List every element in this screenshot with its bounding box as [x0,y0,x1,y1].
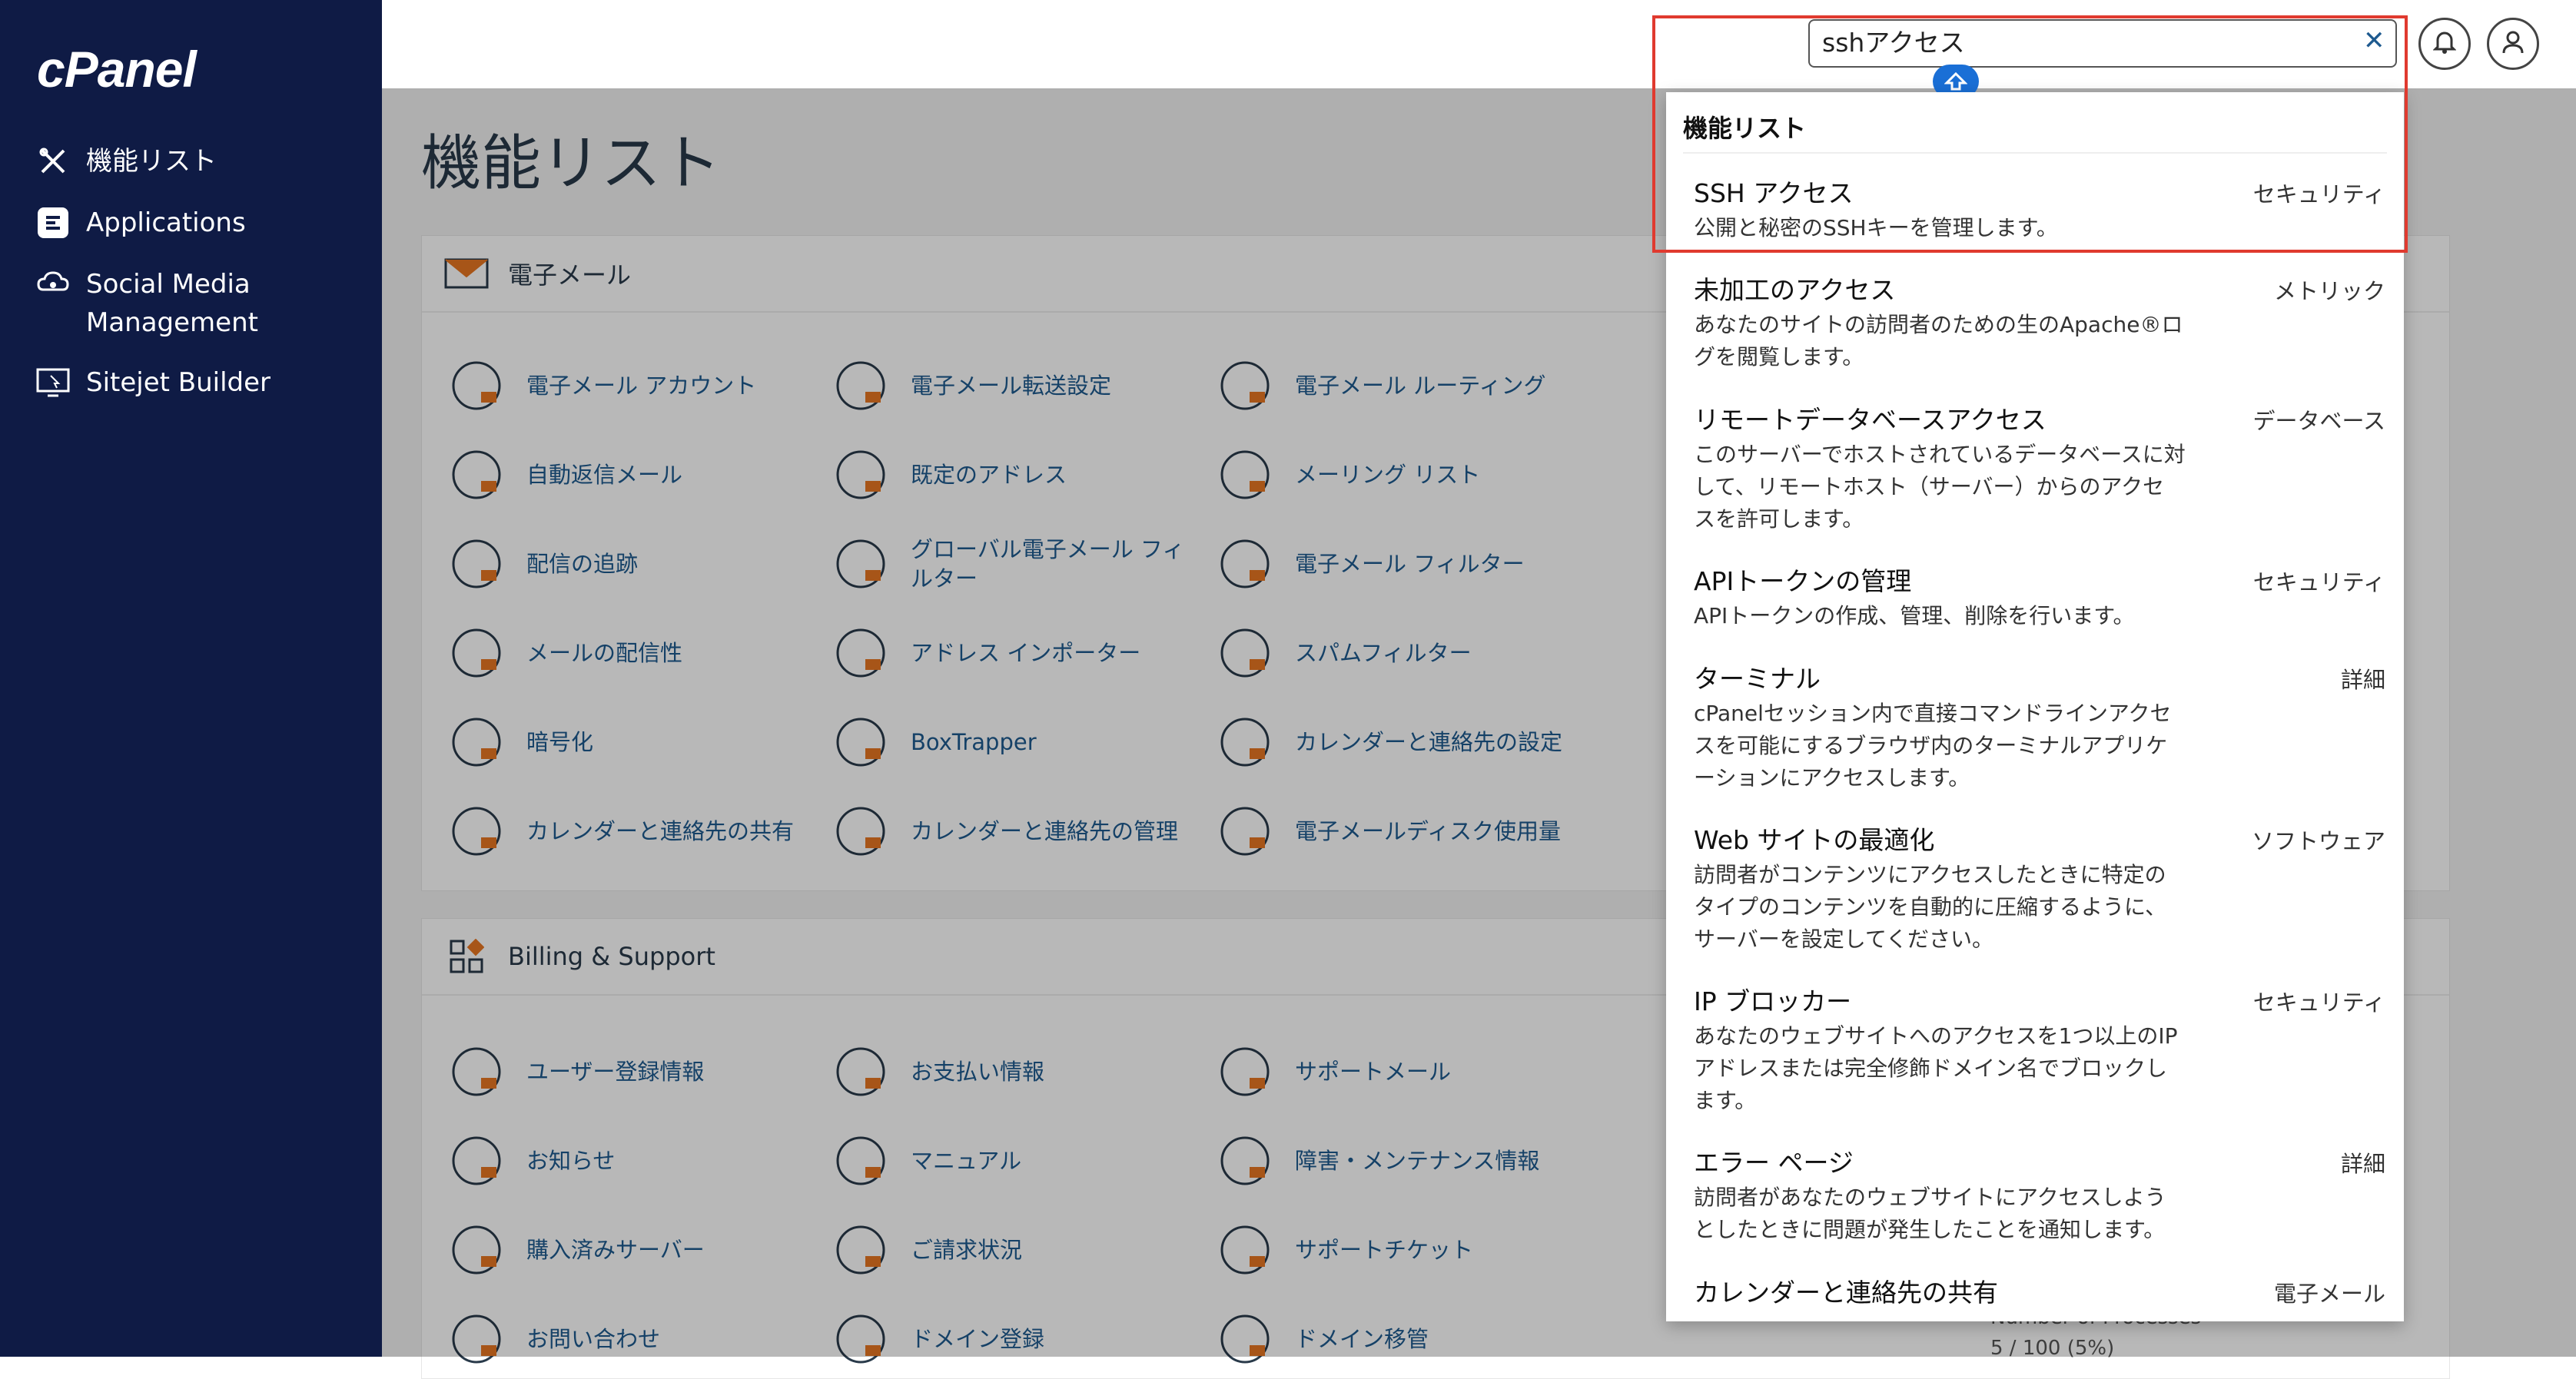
result-category: セキュリティ [2252,989,2385,1016]
notifications-button[interactable] [2418,18,2471,70]
sidebar-item-social-media[interactable]: Social Media Management [34,265,258,342]
search-result-item[interactable]: リモートデータベースアクセス データベース このサーバーでホストされているデータベー… [1694,403,2385,535]
applications-icon [34,204,72,242]
search-result-item[interactable]: カレンダーと連絡先の共有 電子メール [1694,1276,2385,1311]
result-category: 詳細 [2340,667,2385,693]
result-description: APIトークンの作成、管理、削除を行います。 [1694,603,2135,628]
result-category: 電子メール [2273,1281,2385,1307]
result-description: あなたのサイトの訪問者のための生のApache®ログを閲覧します。 [1694,312,2183,370]
cpanel-logo[interactable]: cPanel [37,40,197,98]
result-title: ターミナル [1694,664,1821,694]
sidebar-item-feature-list[interactable]: 機能リスト [34,142,217,181]
search-result-item[interactable]: Web サイトの最適化 ソフトウェア 訪問者がコンテンツにアクセスしたときに特定のタ… [1694,824,2385,956]
result-category: 詳細 [2340,1151,2385,1177]
sitejet-icon [34,363,72,402]
search-result-item[interactable]: APIトークンの管理 セキュリティ APIトークンの作成、管理、削除を行います。 [1694,565,2385,632]
search-result-item[interactable]: IP ブロッカー セキュリティ あなたのウェブサイトへのアクセスを1つ以上のIPアド… [1694,985,2385,1117]
search-result-item[interactable]: 未加工のアクセス メトリック あなたのサイトの訪問者のための生のApache®ログを… [1694,273,2385,373]
sidebar: cPanel 機能リスト Applications Social Media M… [0,0,382,1357]
result-description: cPanelセッション内で直接コマンドラインアクセスを可能にするブラウザ内のター… [1694,701,2172,791]
highlight-box [1652,15,2408,253]
social-media-icon [34,265,72,303]
bell-icon [2432,30,2457,58]
result-category: メトリック [2273,278,2385,304]
sidebar-item-label: Sitejet Builder [86,367,271,398]
user-menu-button[interactable] [2487,18,2539,70]
search-result-item[interactable]: ターミナル 詳細 cPanelセッション内で直接コマンドラインアクセスを可能にするブ… [1694,662,2385,794]
sidebar-item-label: Applications [86,207,246,238]
user-icon [2501,30,2525,58]
sidebar-item-applications[interactable]: Applications [34,204,246,242]
result-title: エラー ページ [1694,1148,1854,1178]
sidebar-item-label: 機能リスト [86,146,217,177]
result-description: 訪問者がコンテンツにアクセスしたときに特定のタイプのコンテンツを自動的に圧縮する… [1694,862,2167,952]
result-category: ソフトウェア [2251,828,2385,854]
result-category: セキュリティ [2252,569,2385,595]
result-description: 訪問者があなたのウェブサイトにアクセスしようとしたときに問題が発生したことを通知… [1694,1185,2166,1242]
sidebar-item-sitejet[interactable]: Sitejet Builder [34,363,271,402]
result-description: あなたのウェブサイトへのアクセスを1つ以上のIPアドレスまたは完全修飾ドメイン名… [1694,1023,2178,1113]
tools-icon [34,142,72,181]
sidebar-item-label: Social Media Management [86,269,258,338]
result-description: このサーバーでホストされているデータベースに対して、リモートホスト（サーバー）か… [1694,442,2186,532]
search-results-dropdown: 機能リスト SSH アクセス セキュリティ 公開と秘密のSSHキーを管理します。 未加… [1666,92,2404,1321]
search-result-item[interactable]: エラー ページ 詳細訪問者があなたのウェブサイトにアクセスしようとしたときに問題が… [1694,1146,2385,1246]
result-category: データベース [2252,408,2385,434]
